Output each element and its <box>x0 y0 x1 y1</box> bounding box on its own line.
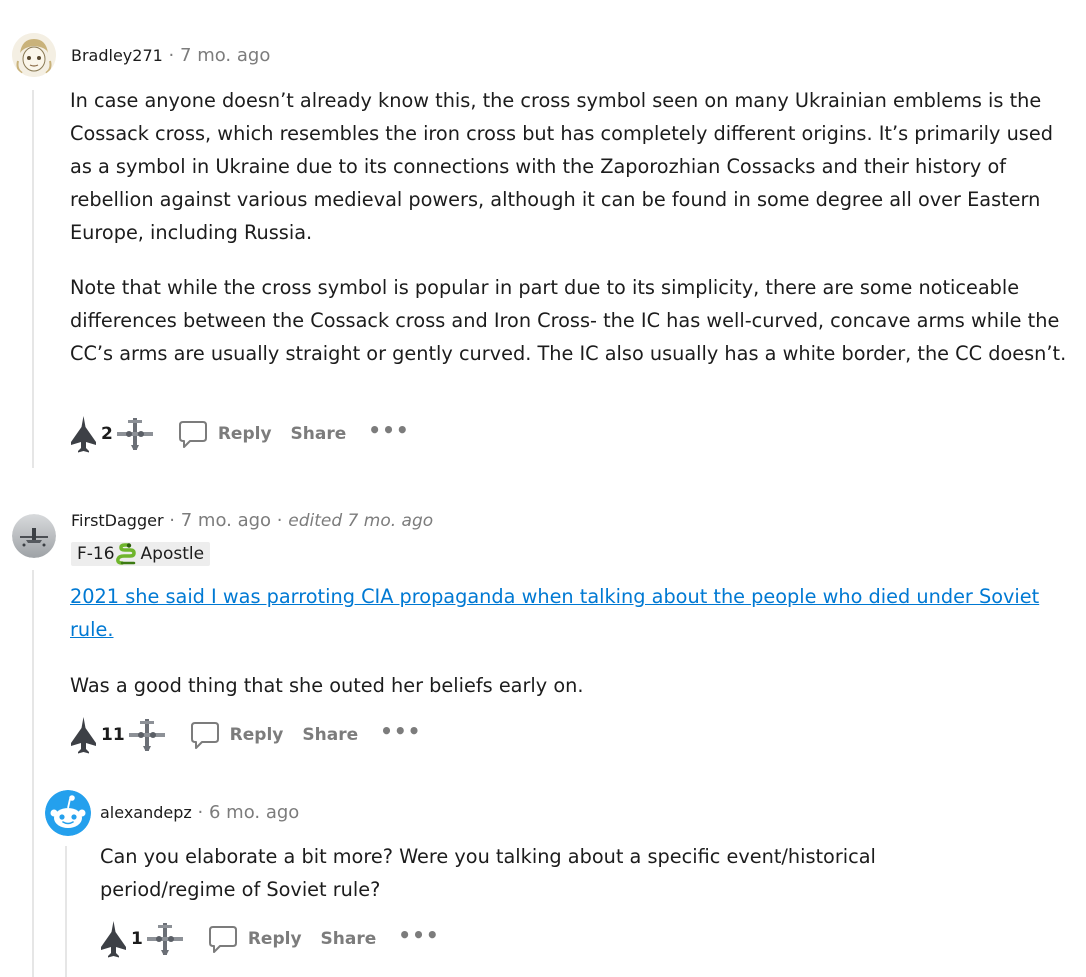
comment-body: In case anyone doesn’t already know this… <box>70 84 1075 370</box>
downvote-button[interactable] <box>128 718 166 752</box>
comment-timestamp[interactable]: 7 mo. ago <box>181 510 271 531</box>
vote-count: 2 <box>101 424 113 444</box>
avatar-firstdagger[interactable] <box>12 514 56 558</box>
more-options-button[interactable]: ••• <box>398 923 439 947</box>
downvote-button[interactable] <box>146 922 184 956</box>
share-button[interactable]: Share <box>291 424 347 444</box>
attack-plane-downvote-icon <box>116 418 153 450</box>
reply-button[interactable]: Reply <box>178 419 272 449</box>
vote-count: 1 <box>131 929 143 949</box>
vote-count: 11 <box>101 725 125 745</box>
reply-label: Reply <box>229 725 284 745</box>
share-label: Share <box>290 424 347 444</box>
meta-separator: · <box>168 45 175 66</box>
comment-link[interactable]: 2021 she said I was parroting CIA propag… <box>70 585 1039 641</box>
comment-actions: 2 Reply Share ••• <box>70 414 410 454</box>
author-name[interactable]: Bradley271 <box>71 46 163 65</box>
more-options-button[interactable]: ••• <box>368 418 409 442</box>
speech-bubble-icon <box>178 421 207 448</box>
fighter-jet-upvote-icon <box>71 717 96 754</box>
meta-separator: · <box>276 510 283 531</box>
reply-button[interactable]: Reply <box>190 720 284 750</box>
comment-meta: Bradley271 · 7 mo. ago <box>71 45 270 67</box>
user-flair: F-16 Apostle <box>71 542 211 566</box>
snake-icon <box>115 543 136 565</box>
fighter-jet-upvote-icon <box>71 416 96 453</box>
reply-label: Reply <box>247 929 302 949</box>
speech-bubble-icon <box>208 926 237 953</box>
downvote-button[interactable] <box>116 417 154 451</box>
upvote-button[interactable] <box>100 920 127 958</box>
comment-body: 2021 she said I was parroting CIA propag… <box>70 580 1070 702</box>
comment-meta: alexandepz · 6 mo. ago <box>100 802 299 824</box>
share-button[interactable]: Share <box>302 725 358 745</box>
share-button[interactable]: Share <box>321 929 377 949</box>
attack-plane-downvote-icon <box>128 719 165 751</box>
meta-separator: · <box>169 510 175 531</box>
thread-line-comment-2[interactable] <box>32 570 34 977</box>
fighter-jet-upvote-icon <box>101 921 126 958</box>
comment-body: Can you elaborate a bit more? Were you t… <box>100 840 940 906</box>
upvote-button[interactable] <box>70 716 97 754</box>
comment-paragraph: Can you elaborate a bit more? Were you t… <box>100 845 876 901</box>
comment-paragraph: 2021 she said I was parroting CIA propag… <box>70 580 1070 646</box>
reply-label: Reply <box>217 424 272 444</box>
reply-button[interactable]: Reply <box>208 924 302 954</box>
comment-timestamp[interactable]: 6 mo. ago <box>209 802 299 823</box>
meta-separator: · <box>197 802 204 823</box>
share-label: Share <box>302 725 359 745</box>
thread-line-comment-1[interactable] <box>32 90 34 468</box>
thread-line-comment-3[interactable] <box>65 846 67 977</box>
more-options-button[interactable]: ••• <box>380 719 421 743</box>
flair-text: Apostle <box>140 544 205 564</box>
comment-meta: FirstDagger · 7 mo. ago · edited 7 mo. a… <box>71 510 433 532</box>
comment-actions: 1 Reply Share ••• <box>100 919 440 959</box>
flair-prefix: F-16 <box>77 544 115 564</box>
comment-timestamp[interactable]: 7 mo. ago <box>180 45 270 66</box>
attack-plane-downvote-icon <box>146 923 183 955</box>
comment-paragraph: Was a good thing that she outed her beli… <box>70 674 584 697</box>
speech-bubble-icon <box>190 722 219 749</box>
share-label: Share <box>320 929 377 949</box>
comment-paragraph: Note that while the cross symbol is popu… <box>70 276 1067 365</box>
comment-paragraph: In case anyone doesn’t already know this… <box>70 89 1053 244</box>
edited-label: edited 7 mo. ago <box>288 511 434 531</box>
author-name[interactable]: FirstDagger <box>71 511 164 530</box>
avatar-alexandepz[interactable] <box>45 790 91 836</box>
comment-actions: 11 Reply Share ••• <box>70 715 421 755</box>
author-name[interactable]: alexandepz <box>100 803 192 822</box>
upvote-button[interactable] <box>70 415 97 453</box>
avatar-bradley271[interactable] <box>12 33 56 77</box>
